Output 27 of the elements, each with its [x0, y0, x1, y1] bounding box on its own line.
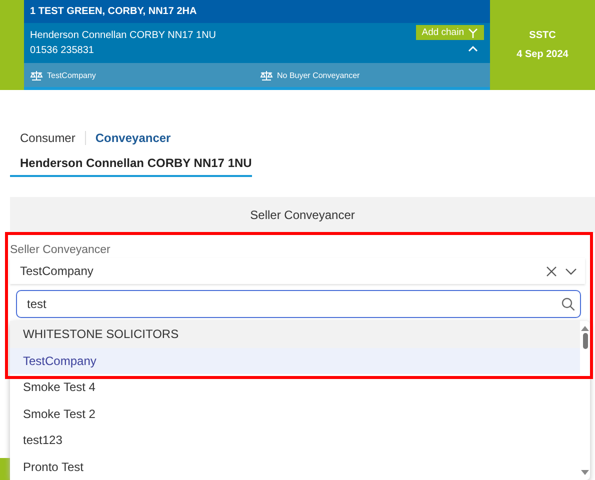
search-icon [561, 297, 575, 311]
tab[interactable]: Consumer [20, 131, 86, 145]
property-address: 1 TEST GREEN, CORBY, NN17 2HA [24, 0, 490, 23]
search-field[interactable]: test [16, 290, 581, 318]
branch-tab[interactable]: Henderson Connellan CORBY NN17 1NU [10, 154, 252, 177]
dropdown-option[interactable]: WHITESTONE SOLICITORS [10, 321, 580, 348]
status-label: SSTC [529, 30, 556, 41]
field-label: Seller Conveyancer [10, 244, 112, 256]
chevron-down-icon[interactable] [565, 266, 577, 276]
scales-icon [30, 70, 43, 80]
fork-icon [468, 28, 478, 38]
agent-phone: 01536 235831 [30, 45, 95, 56]
scrollbar-thumb[interactable] [582, 333, 588, 349]
collapse-chevron-icon[interactable] [468, 45, 478, 52]
section-header: Seller Conveyancer [10, 197, 595, 233]
agent-name: Henderson Connellan CORBY NN17 1NU [30, 30, 216, 41]
buyer-conveyancer-label: No Buyer Conveyancer [277, 70, 360, 80]
tab[interactable]: Conveyancer [85, 131, 181, 145]
clear-icon[interactable] [546, 266, 557, 276]
dropdown-option[interactable]: Pronto Test [10, 454, 580, 480]
seller-conveyancer-label: TestCompany [47, 70, 96, 80]
scroll-down-icon[interactable] [581, 470, 589, 476]
dropdown-option[interactable]: TestCompany [10, 348, 580, 374]
scales-icon [260, 70, 273, 80]
status-date: 4 Sep 2024 [516, 49, 568, 60]
scroll-up-icon[interactable] [581, 325, 589, 331]
seller-conveyancer-select[interactable]: TestCompany [10, 258, 585, 284]
